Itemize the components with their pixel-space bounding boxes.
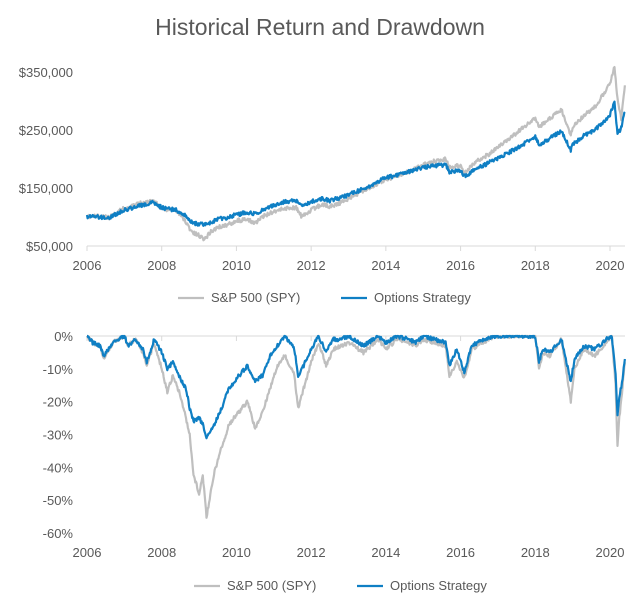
x-tick-label: 2016: [446, 258, 475, 273]
y-tick-label: -50%: [43, 493, 74, 508]
x-tick-label: 2008: [147, 545, 176, 560]
x-tick-label: 2018: [521, 545, 550, 560]
x-tick-label: 2008: [147, 258, 176, 273]
x-tick-label: 2006: [73, 545, 102, 560]
spy-series-line: [85, 334, 626, 519]
x-tick-label: 2010: [222, 545, 251, 560]
y-tick-label: $250,000: [19, 123, 73, 138]
legend-spy-label: S&P 500 (SPY): [227, 578, 316, 593]
y-tick-label: $350,000: [19, 65, 73, 80]
y-tick-label: -30%: [43, 428, 74, 443]
return-chart: 2006 2008 2010 2012 2014 2016 2018 2020 $50,000 $…: [19, 65, 626, 305]
y-tick-label: -10%: [43, 362, 74, 377]
chart-canvas: Historical Return and Drawdown 2006 2008 2…: [19, 14, 626, 593]
y-tick-label: $150,000: [19, 181, 73, 196]
x-tick-label: 2014: [371, 258, 400, 273]
y-tick-label: $50,000: [26, 239, 73, 254]
legend-spy-label: S&P 500 (SPY): [211, 290, 300, 305]
x-tick-label: 2016: [446, 545, 475, 560]
options-series-line: [85, 100, 626, 227]
x-tick-label: 2020: [596, 258, 625, 273]
chart-title: Historical Return and Drawdown: [155, 14, 485, 40]
y-tick-label: -60%: [43, 526, 74, 541]
x-tick-label: 2006: [73, 258, 102, 273]
x-tick-label: 2014: [371, 545, 400, 560]
drawdown-chart: 2006 2008 2010 2012 2014 2016 2018 2020 0% -10% -2…: [43, 329, 626, 593]
y-tick-label: -20%: [43, 395, 74, 410]
legend-options-label: Options Strategy: [374, 290, 471, 305]
y-tick-label: -40%: [43, 460, 74, 475]
x-tick-label: 2018: [521, 258, 550, 273]
spy-series-line: [85, 65, 626, 242]
x-tick-label: 2010: [222, 258, 251, 273]
x-tick-label: 2020: [596, 545, 625, 560]
y-tick-label: 0%: [54, 329, 73, 344]
x-tick-label: 2012: [297, 545, 326, 560]
x-tick-label: 2012: [297, 258, 326, 273]
legend-options-label: Options Strategy: [390, 578, 487, 593]
